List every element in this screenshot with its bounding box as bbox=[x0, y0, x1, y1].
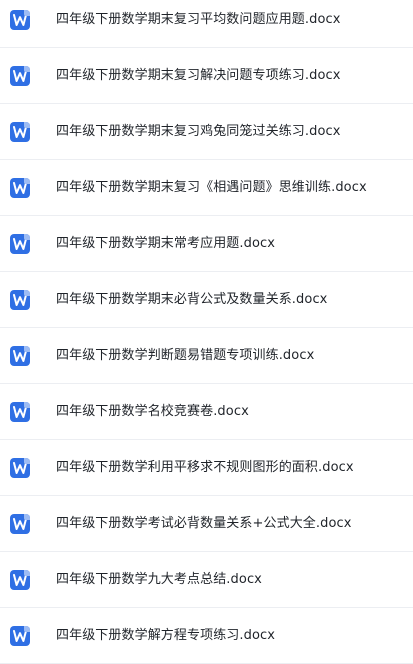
word-document-icon bbox=[10, 346, 30, 366]
file-row[interactable]: 四年级下册数学期末复习平均数问题应用题.docx bbox=[0, 0, 413, 48]
file-list: 四年级下册数学期末复习平均数问题应用题.docx 四年级下册数学期末复习解决问题… bbox=[0, 0, 413, 664]
file-row[interactable]: 四年级下册数学期末复习鸡兔同笼过关练习.docx bbox=[0, 104, 413, 160]
file-row[interactable]: 四年级下册数学考试必背数量关系+公式大全.docx bbox=[0, 496, 413, 552]
file-name: 四年级下册数学名校竞赛卷.docx bbox=[56, 404, 249, 419]
word-document-icon bbox=[10, 10, 30, 30]
file-name: 四年级下册数学考试必背数量关系+公式大全.docx bbox=[56, 516, 352, 531]
file-row[interactable]: 四年级下册数学期末复习《相遇问题》思维训练.docx bbox=[0, 160, 413, 216]
word-document-icon bbox=[10, 234, 30, 254]
file-name: 四年级下册数学期末复习《相遇问题》思维训练.docx bbox=[56, 180, 367, 195]
file-row[interactable]: 四年级下册数学判断题易错题专项训练.docx bbox=[0, 328, 413, 384]
file-name: 四年级下册数学期末复习解决问题专项练习.docx bbox=[56, 68, 341, 83]
word-document-icon bbox=[10, 290, 30, 310]
file-row[interactable]: 四年级下册数学期末必背公式及数量关系.docx bbox=[0, 272, 413, 328]
file-name: 四年级下册数学判断题易错题专项训练.docx bbox=[56, 348, 315, 363]
word-document-icon bbox=[10, 122, 30, 142]
word-document-icon bbox=[10, 570, 30, 590]
file-row[interactable]: 四年级下册数学九大考点总结.docx bbox=[0, 552, 413, 608]
file-row[interactable]: 四年级下册数学利用平移求不规则图形的面积.docx bbox=[0, 440, 413, 496]
file-name: 四年级下册数学九大考点总结.docx bbox=[56, 572, 262, 587]
file-row[interactable]: 四年级下册数学解方程专项练习.docx bbox=[0, 608, 413, 664]
file-row[interactable]: 四年级下册数学期末复习解决问题专项练习.docx bbox=[0, 48, 413, 104]
file-name: 四年级下册数学利用平移求不规则图形的面积.docx bbox=[56, 460, 354, 475]
word-document-icon bbox=[10, 514, 30, 534]
word-document-icon bbox=[10, 458, 30, 478]
word-document-icon bbox=[10, 402, 30, 422]
file-name: 四年级下册数学期末复习鸡兔同笼过关练习.docx bbox=[56, 124, 341, 139]
word-document-icon bbox=[10, 626, 30, 646]
word-document-icon bbox=[10, 66, 30, 86]
file-name: 四年级下册数学期末必背公式及数量关系.docx bbox=[56, 292, 328, 307]
file-row[interactable]: 四年级下册数学期末常考应用题.docx bbox=[0, 216, 413, 272]
file-name: 四年级下册数学期末复习平均数问题应用题.docx bbox=[56, 12, 341, 27]
word-document-icon bbox=[10, 178, 30, 198]
file-name: 四年级下册数学解方程专项练习.docx bbox=[56, 628, 276, 643]
file-row[interactable]: 四年级下册数学名校竞赛卷.docx bbox=[0, 384, 413, 440]
file-name: 四年级下册数学期末常考应用题.docx bbox=[56, 236, 276, 251]
